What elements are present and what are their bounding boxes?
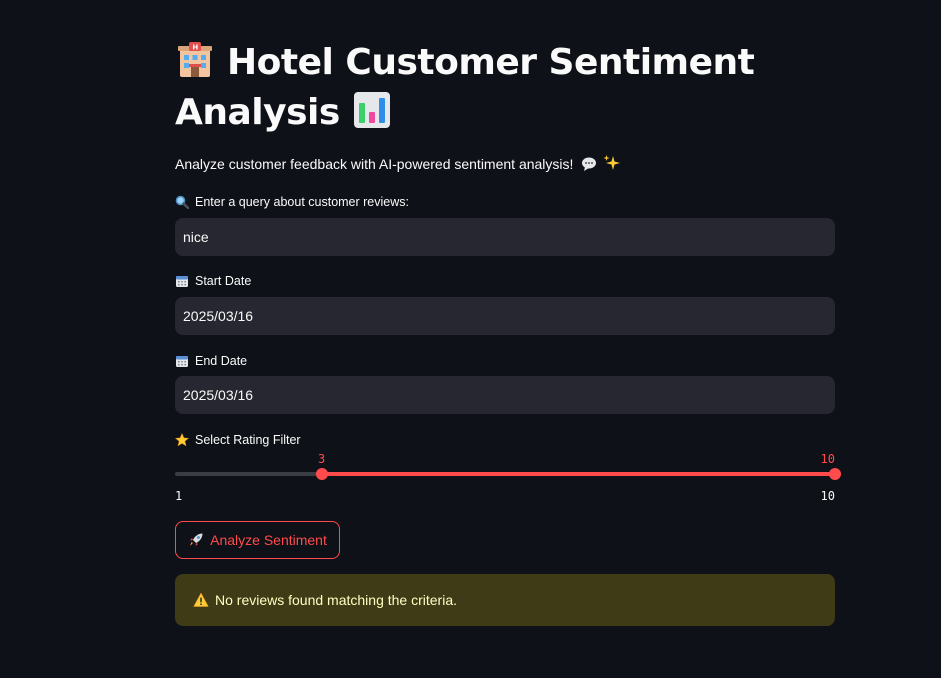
end-date-input[interactable]: 2025/03/16 [175, 376, 835, 414]
calendar-icon [175, 274, 189, 288]
speech-bubble-icon [581, 156, 597, 175]
slider-low-value: 3 [318, 452, 326, 466]
start-date-input[interactable]: 2025/03/16 [175, 297, 835, 335]
rating-filter-label-text: Select Rating Filter [195, 433, 301, 447]
magnifier-icon [175, 195, 190, 210]
rating-range-slider[interactable]: 3 10 1 10 [175, 452, 841, 503]
page-title-text: Hotel Customer Sentiment Analysis [175, 42, 755, 133]
slider-min-label: 1 [175, 489, 183, 503]
svg-text:H: H [192, 44, 198, 52]
slider-thumb-high[interactable] [829, 468, 841, 480]
hotel-icon: H [175, 40, 215, 80]
start-date-label-text: Start Date [195, 274, 252, 288]
calendar-icon [175, 354, 189, 368]
analyze-sentiment-button[interactable]: Analyze Sentiment [175, 521, 340, 559]
star-icon [175, 433, 189, 447]
analyze-sentiment-button-label: Analyze Sentiment [210, 532, 327, 548]
slider-track-fill [321, 472, 835, 476]
sparkles-icon [603, 154, 621, 175]
query-input[interactable]: nice [175, 218, 835, 256]
page-title: H Hotel Customer Sentiment Analysis [175, 38, 835, 138]
subtitle-text: Analyze customer feedback with AI-powere… [175, 156, 574, 172]
query-label-text: Enter a query about customer reviews: [195, 195, 409, 209]
start-date-label: Start Date [175, 274, 251, 288]
end-date-label-text: End Date [195, 354, 248, 368]
rocket-icon [188, 532, 204, 548]
query-label: Enter a query about customer reviews: [175, 195, 409, 210]
bar-chart-icon [352, 90, 392, 130]
warning-alert: No reviews found matching the criteria. [175, 574, 835, 626]
rating-filter-label: Select Rating Filter [175, 433, 301, 447]
slider-thumb-low[interactable] [315, 468, 328, 480]
slider-high-value: 10 [820, 452, 835, 466]
warning-alert-text: No reviews found matching the criteria. [215, 592, 457, 608]
end-date-label: End Date [175, 354, 247, 368]
slider-max-label: 10 [820, 489, 835, 503]
warning-icon [193, 592, 209, 608]
page-subtitle: Analyze customer feedback with AI-powere… [175, 154, 621, 175]
